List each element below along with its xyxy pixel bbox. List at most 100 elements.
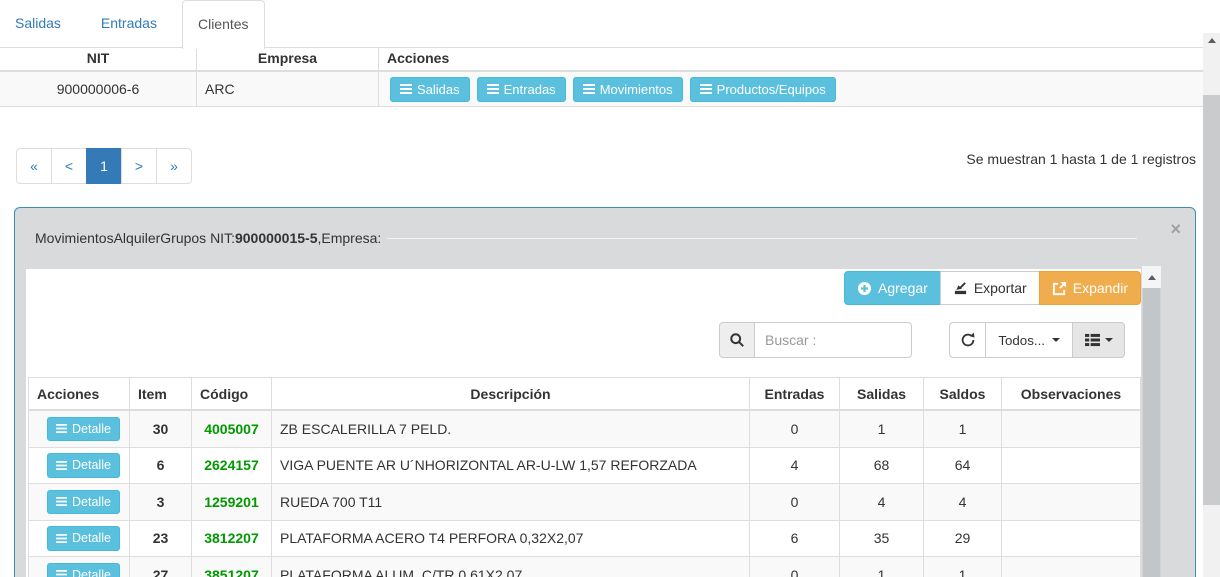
salidas-cell: 1	[839, 411, 923, 447]
client-actions: Salidas Entradas Movimientos Productos/E…	[378, 72, 1203, 106]
close-icon[interactable]: ×	[1170, 220, 1181, 238]
button-label: Detalle	[72, 532, 111, 545]
filter-group: Todos...	[949, 322, 1125, 358]
menu-icon	[56, 497, 67, 506]
item-cell: 27	[129, 557, 191, 577]
table-row: Detalle 27 3851207 PLATAFORMA ALUM. C/TR…	[28, 557, 1141, 577]
export-icon	[953, 281, 968, 296]
client-salidas-button[interactable]: Salidas	[390, 77, 470, 102]
detalle-button[interactable]: Detalle	[47, 417, 120, 442]
plus-circle-icon	[857, 281, 872, 296]
client-empresa: ARC	[196, 72, 378, 106]
button-label: Detalle	[72, 569, 111, 577]
entradas-cell: 6	[749, 521, 839, 557]
saldos-cell: 1	[923, 411, 1001, 447]
refresh-button[interactable]	[949, 322, 986, 358]
tab-clientes[interactable]: Clientes	[182, 0, 265, 49]
observaciones-cell	[1001, 557, 1141, 577]
detalle-button[interactable]: Detalle	[47, 490, 120, 515]
button-label: Expandir	[1073, 280, 1128, 296]
col-header-acciones: Acciones	[378, 48, 1203, 70]
col-header-salidas: Salidas	[839, 378, 923, 409]
item-cell: 30	[129, 411, 191, 447]
button-label: Entradas	[504, 83, 556, 96]
search-input[interactable]	[755, 322, 912, 358]
observaciones-cell	[1001, 484, 1141, 520]
observaciones-cell	[1001, 448, 1141, 484]
columns-dropdown[interactable]	[1072, 322, 1125, 358]
client-entradas-button[interactable]: Entradas	[477, 77, 566, 102]
clients-table-header: NIT Empresa Acciones	[0, 48, 1203, 72]
scroll-up-button[interactable]	[1203, 33, 1220, 47]
descripcion-cell: VIGA PUENTE AR U´NHORIZONTAL AR-U-LW 1,5…	[271, 448, 749, 484]
arrow-up-icon	[1208, 38, 1216, 43]
search-addon	[719, 322, 755, 358]
button-label: Exportar	[974, 280, 1027, 296]
clients-table: NIT Empresa Acciones 900000006-6 ARC Sal…	[0, 48, 1203, 107]
movimientos-table-header: Acciones Item Código Descripción Entrada…	[28, 377, 1141, 411]
expandir-button[interactable]: Expandir	[1039, 271, 1141, 305]
movimientos-table-body: Detalle 30 4005007 ZB ESCALERILLA 7 PELD…	[28, 411, 1141, 577]
col-header-entradas: Entradas	[749, 378, 839, 409]
page-prev-button[interactable]: <	[51, 148, 87, 184]
entradas-cell: 4	[749, 448, 839, 484]
saldos-cell: 29	[923, 521, 1001, 557]
menu-icon	[583, 84, 595, 94]
scrollbar-thumb[interactable]	[1143, 288, 1160, 577]
col-header-acciones: Acciones	[28, 378, 129, 409]
codigo-cell: 1259201	[191, 484, 271, 520]
codigo-cell: 2624157	[191, 448, 271, 484]
client-productos-equipos-button[interactable]: Productos/Equipos	[690, 77, 836, 102]
panel-scrollbar[interactable]	[1142, 266, 1161, 577]
search-icon	[729, 332, 745, 348]
menu-icon	[487, 84, 499, 94]
pagination: « < 1 > »	[16, 148, 192, 184]
refresh-icon	[960, 332, 976, 348]
col-header-codigo: Código	[191, 378, 271, 409]
codigo-cell: 4005007	[191, 411, 271, 447]
col-header-item: Item	[129, 378, 191, 409]
movimientos-table: Acciones Item Código Descripción Entrada…	[28, 377, 1141, 577]
entradas-cell: 0	[749, 411, 839, 447]
todos-dropdown[interactable]: Todos...	[985, 322, 1073, 358]
panel-toolbar: Agregar Exportar Expandir	[844, 271, 1141, 305]
saldos-cell: 64	[923, 448, 1001, 484]
menu-icon	[400, 84, 412, 94]
page-first-button[interactable]: «	[16, 148, 52, 184]
menu-icon	[56, 424, 67, 433]
descripcion-cell: RUEDA 700 T11	[271, 484, 749, 520]
button-label: Detalle	[72, 496, 111, 509]
caret-down-icon	[1105, 338, 1113, 342]
detalle-button[interactable]: Detalle	[47, 563, 120, 577]
detalle-button[interactable]: Detalle	[47, 453, 120, 478]
panel-content: Agregar Exportar Expandir	[26, 269, 1141, 577]
exportar-button[interactable]: Exportar	[940, 271, 1040, 305]
page-scrollbar[interactable]	[1203, 33, 1220, 577]
saldos-cell: 4	[923, 484, 1001, 520]
scroll-up-button[interactable]	[1142, 266, 1161, 288]
menu-icon	[56, 534, 67, 543]
tab-salidas[interactable]: Salidas	[0, 0, 76, 47]
search-bar	[719, 322, 912, 358]
codigo-cell: 3812207	[191, 521, 271, 557]
scrollbar-thumb[interactable]	[1203, 95, 1220, 505]
observaciones-cell	[1001, 521, 1141, 557]
descripcion-cell: PLATAFORMA ACERO T4 PERFORA 0,32X2,07	[271, 521, 749, 557]
descripcion-cell: PLATAFORMA ALUM. C/TR 0.61X2.07	[271, 557, 749, 577]
acciones-cell: Detalle	[28, 521, 129, 557]
button-label: Productos/Equipos	[717, 83, 826, 96]
observaciones-cell	[1001, 411, 1141, 447]
page-current[interactable]: 1	[86, 148, 122, 184]
agregar-button[interactable]: Agregar	[844, 271, 941, 305]
detalle-button[interactable]: Detalle	[47, 526, 120, 551]
page: Salidas Entradas Clientes NIT Empresa Ac…	[0, 0, 1220, 577]
expand-icon	[1052, 281, 1067, 296]
page-last-button[interactable]: »	[156, 148, 192, 184]
menu-icon	[56, 570, 67, 577]
menu-icon	[700, 84, 712, 94]
page-next-button[interactable]: >	[121, 148, 157, 184]
col-header-empresa: Empresa	[196, 48, 378, 70]
client-movimientos-button[interactable]: Movimientos	[573, 77, 683, 102]
table-row: Detalle 23 3812207 PLATAFORMA ACERO T4 P…	[28, 521, 1141, 558]
tab-entradas[interactable]: Entradas	[86, 0, 172, 47]
